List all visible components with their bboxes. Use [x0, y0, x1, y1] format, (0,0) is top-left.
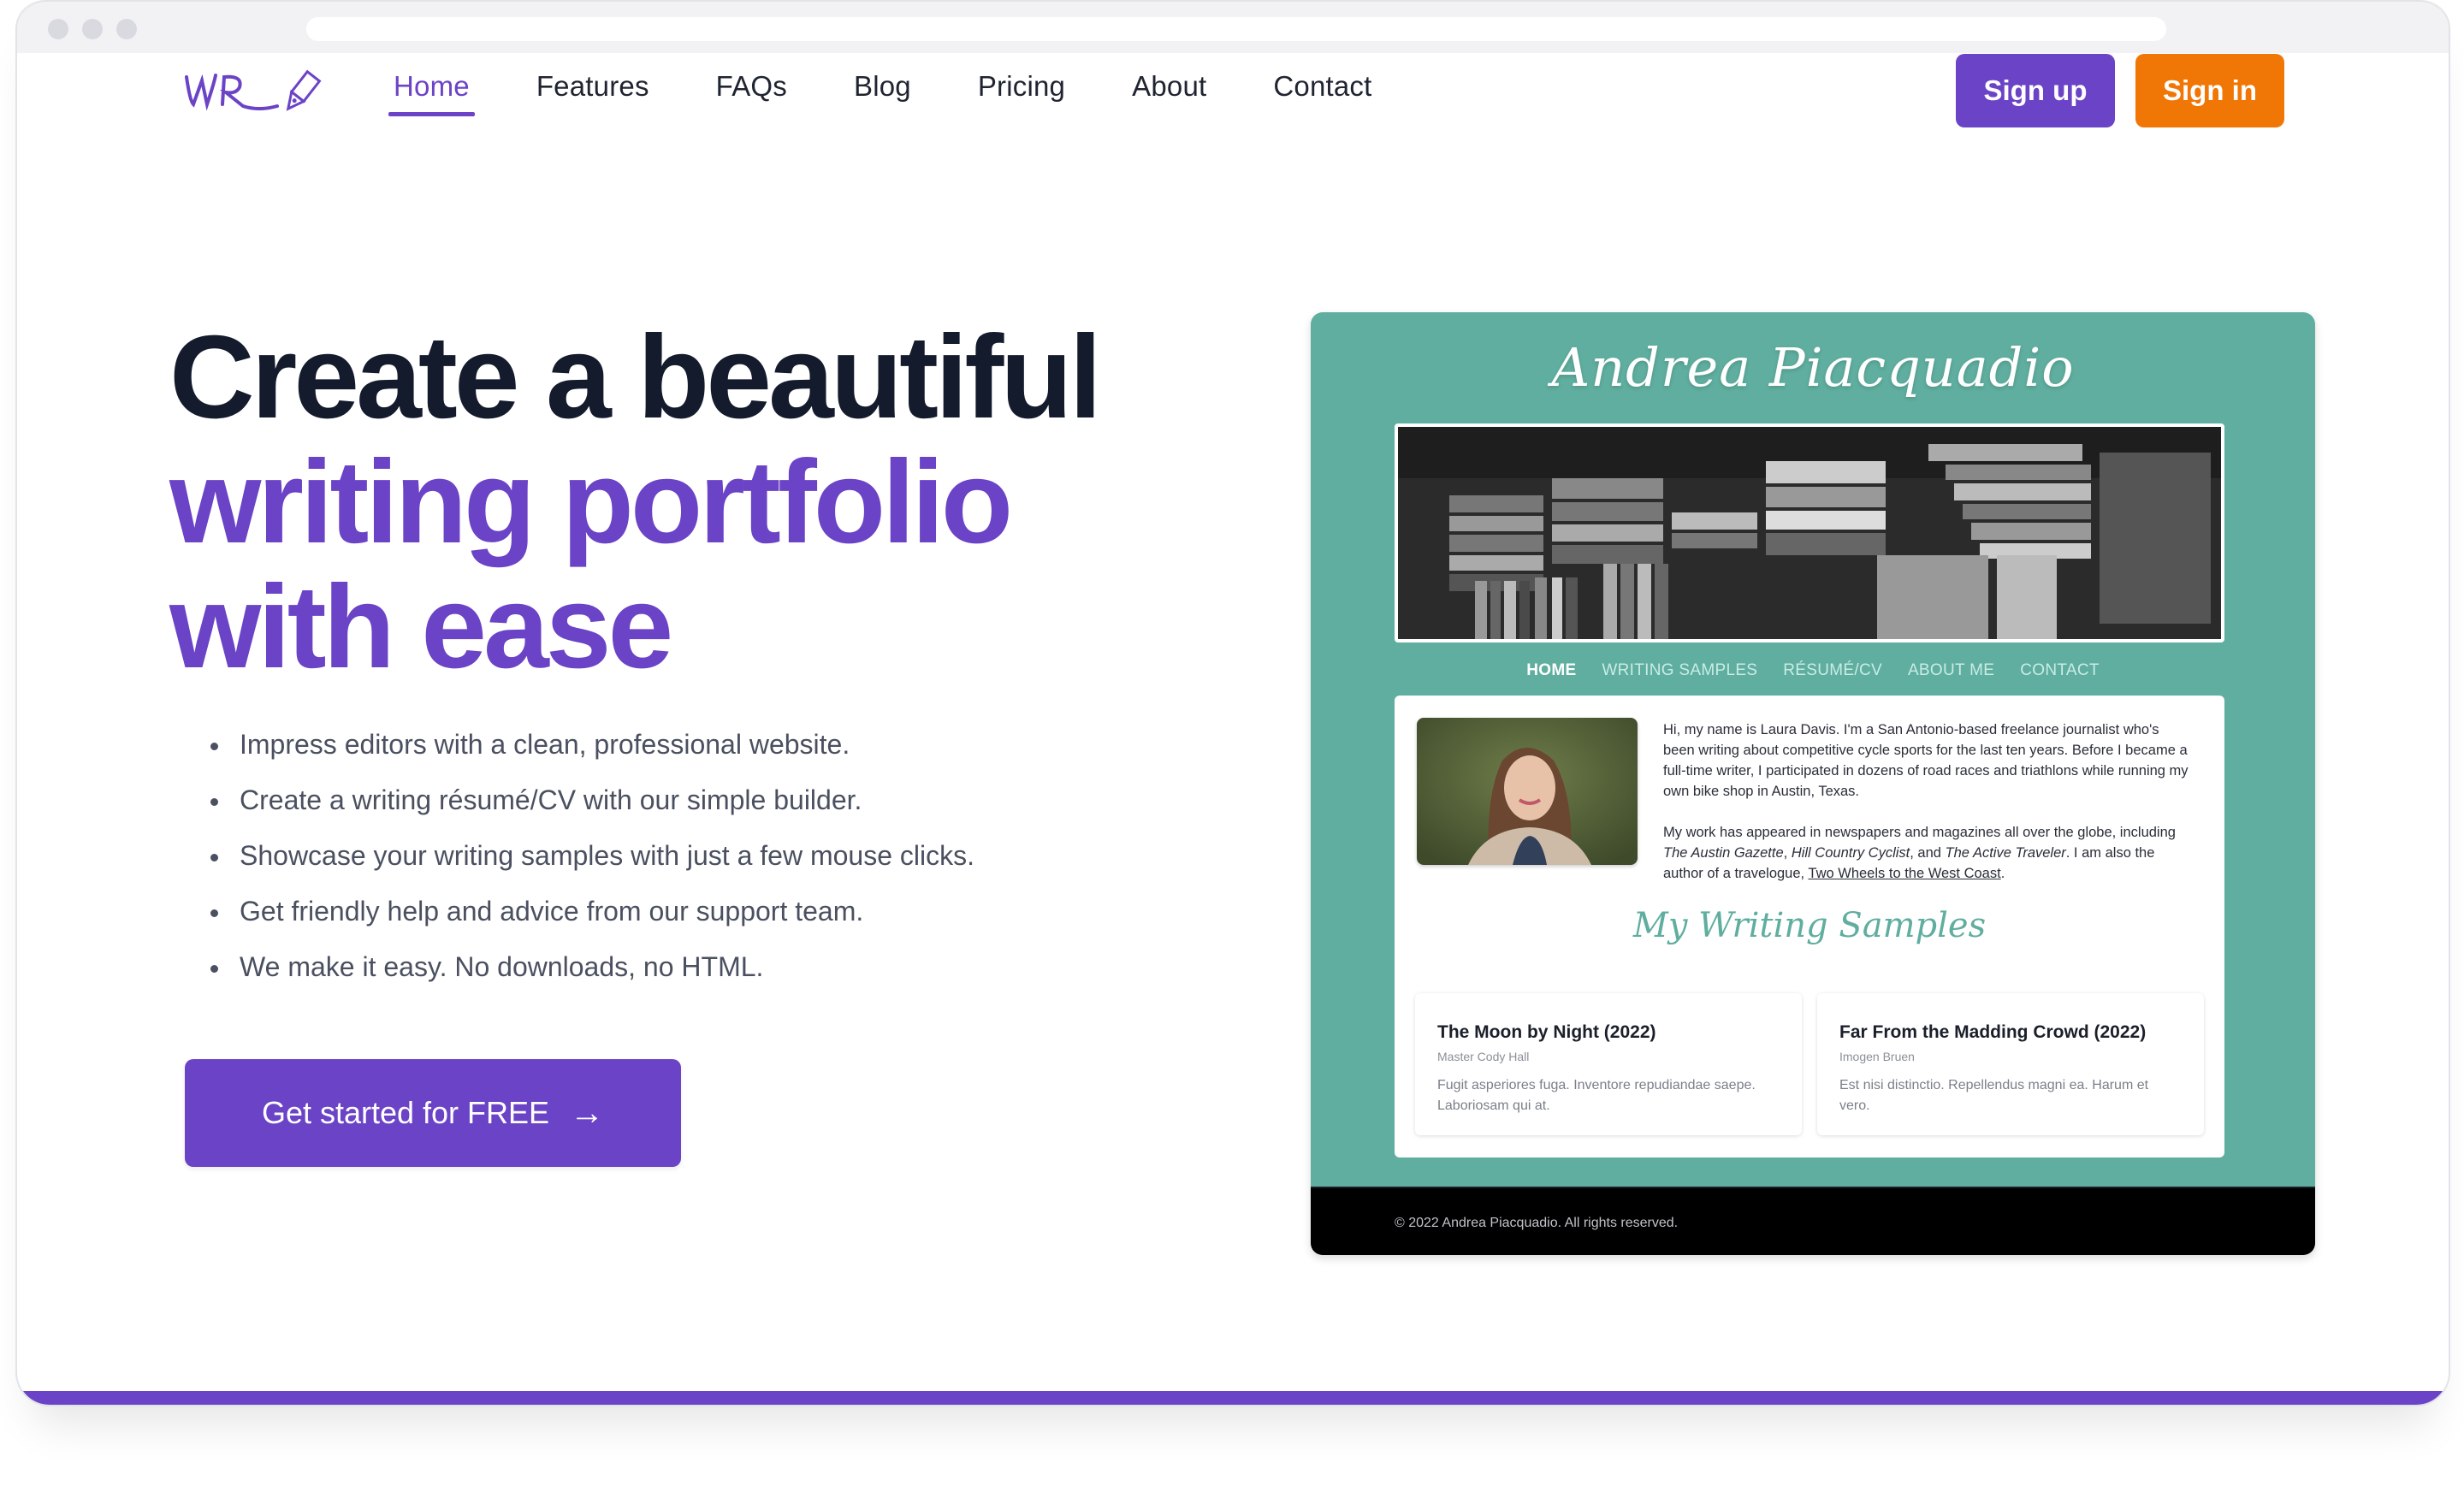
- author-bio: Hi, my name is Laura Davis. I'm a San An…: [1663, 719, 2194, 904]
- feature-list: Impress editors with a clean, profession…: [210, 729, 974, 1007]
- nav-contact[interactable]: Contact: [1273, 70, 1371, 116]
- nav-faqs[interactable]: FAQs: [716, 70, 787, 116]
- preview-nav: HOME WRITING SAMPLES RÉSUMÉ/CV ABOUT ME …: [1311, 661, 2315, 680]
- sign-up-button[interactable]: Sign up: [1956, 54, 2115, 127]
- preview-nav-home[interactable]: HOME: [1526, 661, 1576, 680]
- logo[interactable]: [181, 67, 335, 116]
- browser-chrome: [17, 0, 2449, 53]
- sample-card[interactable]: Far From the Madding Crowd (2022) Imogen…: [1817, 993, 2204, 1135]
- bio-paragraph-1: Hi, my name is Laura Davis. I'm a San An…: [1663, 722, 2189, 799]
- portrait-image: [1417, 718, 1638, 865]
- hero-title-line-2: writing portfolio: [169, 436, 1013, 568]
- preview-nav-writing-samples[interactable]: WRITING SAMPLES: [1602, 661, 1757, 680]
- preview-nav-resume[interactable]: RÉSUMÉ/CV: [1783, 661, 1882, 680]
- feature-item: Impress editors with a clean, profession…: [210, 729, 974, 784]
- sample-excerpt: Fugit asperiores fuga. Inventore repudia…: [1437, 1078, 1756, 1113]
- book-link[interactable]: Two Wheels to the West Coast: [1808, 866, 2000, 881]
- browser-window: Home Features FAQs Blog Pricing About Co…: [15, 0, 2450, 1406]
- feature-item: Create a writing résumé/CV with our simp…: [210, 784, 974, 840]
- sample-title: Far From the Madding Crowd (2022): [1839, 1022, 2147, 1042]
- author-photo: [1417, 718, 1638, 865]
- sample-excerpt: Est nisi distinctio. Repellendus magni e…: [1839, 1078, 2149, 1113]
- hero-title-line-1: Create a beautiful: [169, 311, 1102, 443]
- preview-site-name: Andrea Piacquadio: [1551, 336, 2075, 399]
- preview-content-card: Hi, my name is Laura Davis. I'm a San An…: [1395, 696, 2224, 1157]
- bottom-accent-bar: [17, 1391, 2449, 1405]
- window-minimize-icon[interactable]: [82, 19, 103, 39]
- window-maximize-icon[interactable]: [116, 19, 137, 39]
- preview-copyright: © 2022 Andrea Piacquadio. All rights res…: [1395, 1216, 1679, 1230]
- address-bar[interactable]: [306, 17, 2166, 41]
- sample-author: Imogen Bruen: [1839, 1050, 1915, 1063]
- main-nav: Home Features FAQs Blog Pricing About Co…: [388, 70, 1439, 116]
- hero-title-line-3: with ease: [169, 561, 673, 693]
- sample-title: The Moon by Night (2022): [1437, 1022, 1656, 1042]
- preview-nav-about-me[interactable]: ABOUT ME: [1908, 661, 1994, 680]
- sample-author: Master Cody Hall: [1437, 1050, 1530, 1063]
- preview-nav-contact[interactable]: CONTACT: [2020, 661, 2100, 680]
- sample-card[interactable]: The Moon by Night (2022) Master Cody Hal…: [1415, 993, 1802, 1135]
- get-started-label: Get started for FREE: [261, 1095, 550, 1130]
- nav-blog[interactable]: Blog: [854, 70, 911, 116]
- bookshelf-photo: [1398, 427, 2221, 639]
- feature-item: Showcase your writing samples with just …: [210, 840, 974, 896]
- nav-home[interactable]: Home: [388, 70, 475, 116]
- hero-title: Create a beautiful writing portfolio wit…: [169, 311, 1102, 693]
- samples-heading: My Writing Samples: [1632, 906, 1987, 945]
- nav-features[interactable]: Features: [536, 70, 649, 116]
- sign-in-button[interactable]: Sign in: [2135, 54, 2284, 127]
- preview-footer: © 2022 Andrea Piacquadio. All rights res…: [1311, 1187, 2315, 1255]
- window-close-icon[interactable]: [48, 19, 68, 39]
- feature-item: We make it easy. No downloads, no HTML.: [210, 951, 974, 1007]
- nav-pricing[interactable]: Pricing: [978, 70, 1065, 116]
- fountain-pen-icon: [185, 69, 322, 111]
- preview-banner-image: [1395, 423, 2224, 642]
- portfolio-preview: Andrea Piacquadio HOME WRITING SAMPLES R…: [1311, 312, 2315, 1255]
- get-started-button[interactable]: Get started for FREE →: [185, 1059, 681, 1167]
- nav-about[interactable]: About: [1132, 70, 1206, 116]
- arrow-right-icon: →: [570, 1093, 605, 1132]
- bio-paragraph-2: My work has appeared in newspapers and m…: [1663, 825, 2176, 881]
- feature-item: Get friendly help and advice from our su…: [210, 896, 974, 951]
